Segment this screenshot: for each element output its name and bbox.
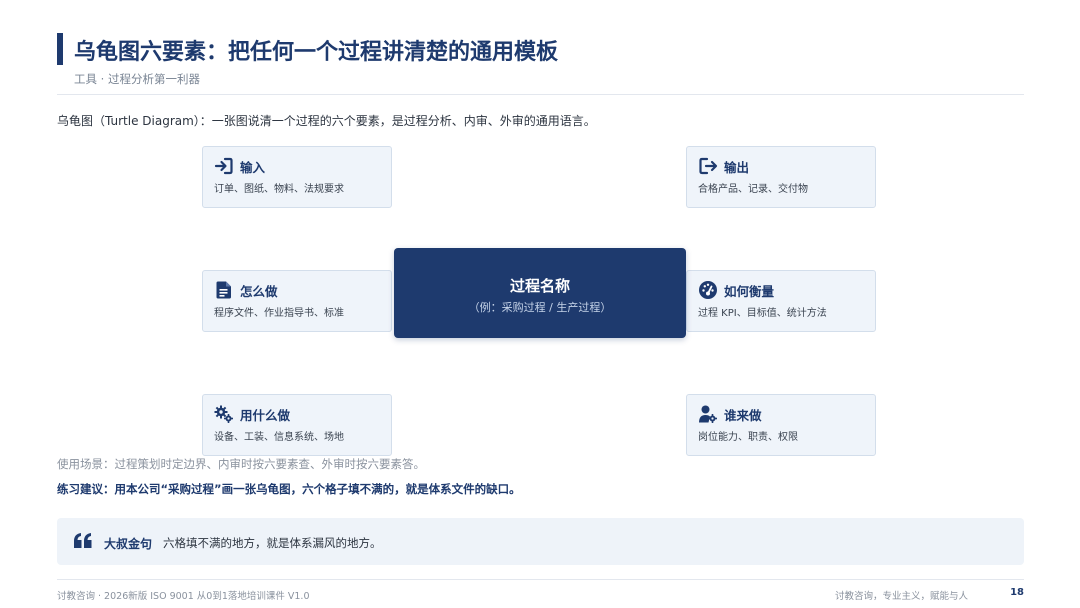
title-accent-bar bbox=[57, 33, 63, 65]
logout-arrow-icon bbox=[699, 157, 718, 175]
user-gear-icon bbox=[699, 405, 717, 423]
card-input: 输入 订单、图纸、物料、法规要求 bbox=[202, 146, 392, 208]
footer-course-info: 讨教咨询 · 2026新版 ISO 9001 从0到1落地培训课件 V1.0 bbox=[57, 591, 310, 602]
practice-advice: 练习建议：用本公司“采购过程”画一张乌龟图，六个格子填不满的，就是体系文件的缺口… bbox=[57, 482, 521, 496]
gears-icon bbox=[214, 405, 233, 423]
footer-divider bbox=[57, 579, 1024, 580]
center-process-example: （例：采购过程 / 生产过程） bbox=[468, 301, 612, 314]
center-process-name: 过程名称 bbox=[509, 277, 570, 295]
card-who-desc: 岗位能力、职责、权限 bbox=[698, 432, 798, 443]
page-title: 乌龟图六要素：把任何一个过程讲清楚的通用模板 bbox=[74, 40, 559, 65]
card-output-desc: 合格产品、记录、交付物 bbox=[698, 184, 808, 195]
card-how: 怎么做 程序文件、作业指导书、标准 bbox=[202, 270, 392, 332]
page-number: 18 bbox=[1010, 587, 1024, 598]
document-icon bbox=[216, 281, 231, 299]
card-input-desc: 订单、图纸、物料、法规要求 bbox=[214, 184, 344, 195]
page-subtitle: 工具 · 过程分析第一利器 bbox=[74, 72, 200, 86]
quote-icon bbox=[74, 533, 92, 548]
card-with-what-desc: 设备、工装、信息系统、场地 bbox=[214, 432, 344, 443]
quote-box: 大叔金句 六格填不满的地方，就是体系漏风的地方。 bbox=[57, 518, 1024, 565]
card-measure-label: 如何衡量 bbox=[724, 283, 775, 299]
card-output: 输出 合格产品、记录、交付物 bbox=[686, 146, 876, 208]
card-with-what-label: 用什么做 bbox=[240, 407, 291, 423]
quote-text: 六格填不满的地方，就是体系漏风的地方。 bbox=[163, 536, 382, 550]
intro-text: 乌龟图（Turtle Diagram）：一张图说清一个过程的六个要素，是过程分析… bbox=[57, 114, 596, 128]
card-how-desc: 程序文件、作业指导书、标准 bbox=[214, 308, 344, 319]
card-who-label: 谁来做 bbox=[724, 407, 762, 423]
center-process-box: 过程名称 （例：采购过程 / 生产过程） bbox=[394, 248, 686, 338]
card-who: 谁来做 岗位能力、职责、权限 bbox=[686, 394, 876, 456]
quote-label: 大叔金句 bbox=[104, 537, 153, 551]
card-input-label: 输入 bbox=[240, 159, 266, 175]
footer-slogan: 讨教咨询，专业主义，赋能与人 bbox=[834, 591, 968, 602]
card-output-label: 输出 bbox=[724, 159, 750, 175]
login-arrow-icon bbox=[214, 157, 233, 175]
gauge-icon bbox=[699, 281, 717, 299]
card-with-what: 用什么做 设备、工装、信息系统、场地 bbox=[202, 394, 392, 456]
card-measure-desc: 过程 KPI、目标值、统计方法 bbox=[698, 308, 827, 319]
card-how-label: 怎么做 bbox=[240, 283, 278, 299]
header-divider bbox=[57, 94, 1024, 95]
card-measure: 如何衡量 过程 KPI、目标值、统计方法 bbox=[686, 270, 876, 332]
usage-scenario: 使用场景：过程策划时定边界、内审时按六要素查、外审时按六要素答。 bbox=[57, 457, 425, 471]
